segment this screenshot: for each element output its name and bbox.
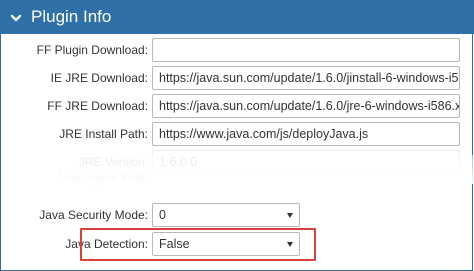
java-security-mode-select[interactable]: 0	[152, 203, 300, 227]
screenshot-fade-band	[1, 155, 474, 184]
panel-title: Plugin Info	[31, 7, 112, 26]
chevron-down-icon[interactable]	[10, 11, 22, 23]
java-detection-highlight-box	[80, 228, 316, 261]
ff-jre-download-field[interactable]: https://java.sun.com/update/1.6.0/jre-6-…	[152, 94, 460, 118]
jre-install-path-label: JRE Install Path:	[59, 127, 148, 141]
java-security-mode-value: 0	[159, 208, 166, 222]
ff-jre-download-label: FF JRE Download:	[47, 99, 148, 113]
ff-plugin-download-label: FF Plugin Download:	[36, 43, 148, 57]
java-security-mode-row: Java Security Mode: 0	[1, 203, 474, 227]
ie-jre-download-label: IE JRE Download:	[50, 71, 148, 85]
jre-install-path-row: JRE Install Path: https://www.java.com/j…	[1, 122, 474, 146]
caret-down-icon	[287, 213, 293, 218]
ff-plugin-download-field[interactable]	[152, 38, 460, 62]
panel-header[interactable]: Plugin Info	[1, 0, 474, 34]
ff-plugin-download-row: FF Plugin Download:	[1, 38, 474, 62]
ie-jre-download-field[interactable]: https://java.sun.com/update/1.6.0/jinsta…	[152, 66, 460, 90]
plugin-info-panel: Plugin Info FF Plugin Download: IE JRE D…	[0, 0, 474, 271]
ie-jre-download-row: IE JRE Download: https://java.sun.com/up…	[1, 66, 474, 90]
jre-install-path-field[interactable]: https://www.java.com/js/deployJava.js	[152, 122, 460, 146]
ff-jre-download-row: FF JRE Download: https://java.sun.com/up…	[1, 94, 474, 118]
java-security-mode-label: Java Security Mode:	[39, 208, 148, 222]
